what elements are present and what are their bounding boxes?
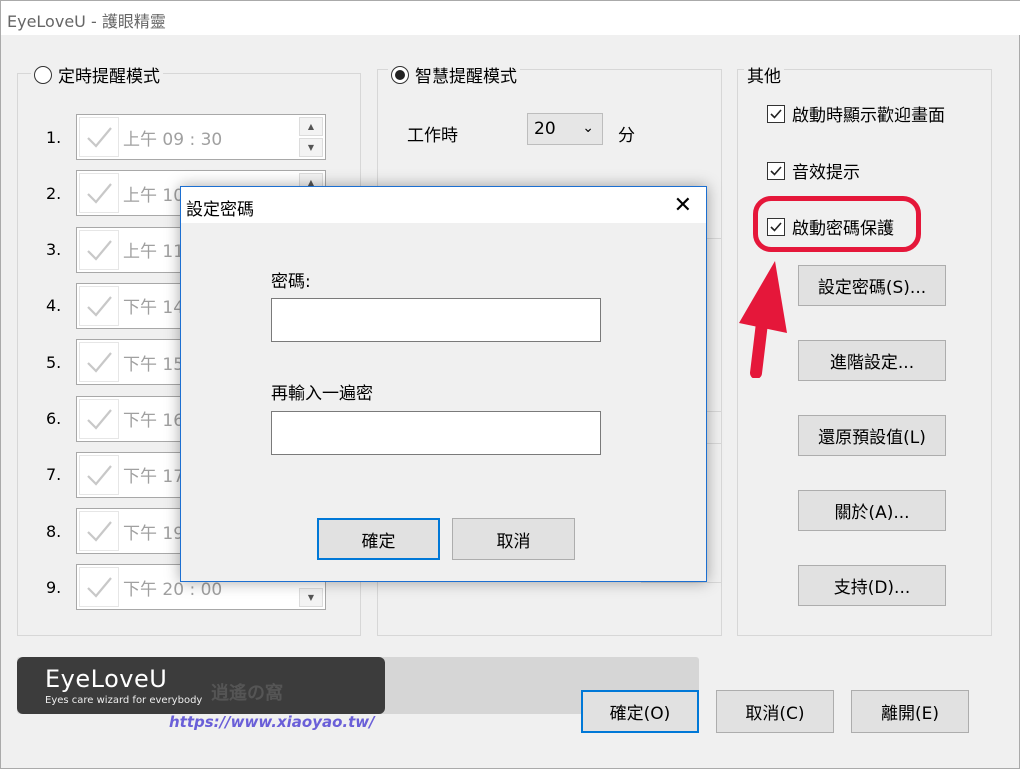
about-button[interactable]: 關於(A)... xyxy=(798,490,946,531)
support-button[interactable]: 支持(D)... xyxy=(798,565,946,606)
checkmark-icon[interactable] xyxy=(79,454,119,495)
watermark-url: https://www.xiaoyao.tw/ xyxy=(169,713,375,731)
confirm-password-input[interactable] xyxy=(271,411,601,455)
row-number: 9. xyxy=(46,577,62,597)
smart-mode-radio[interactable]: 智慧提醒模式 xyxy=(388,62,520,87)
spin-down-icon[interactable]: ▼ xyxy=(299,588,323,608)
row-number: 2. xyxy=(46,183,62,203)
window-title: EyeLoveU - 護眼精靈 xyxy=(7,12,166,31)
password-label: 密碼: xyxy=(271,272,311,292)
dialog-cancel-button[interactable]: 取消 xyxy=(452,518,575,560)
smart-mode-label: 智慧提醒模式 xyxy=(415,67,517,87)
row-number: 1. xyxy=(46,127,62,147)
cancel-button[interactable]: 取消(C) xyxy=(716,690,834,733)
close-icon[interactable]: ✕ xyxy=(674,193,692,218)
spin-up-icon[interactable]: ▲ xyxy=(299,117,323,136)
time-value: 上午 09 : 30 xyxy=(123,129,223,150)
main-window: EyeLoveU - 護眼精靈 定時提醒模式 1. 上午 09 : 30 ▲ ▼ 2. 上… xyxy=(0,0,1020,769)
dialog-title-bar: 設定密碼 ✕ xyxy=(181,187,706,223)
time-value: 下午 15 xyxy=(123,354,185,375)
chevron-down-icon: ⌄ xyxy=(582,120,594,136)
spin-buttons[interactable]: ▲▼ xyxy=(299,117,323,157)
row-number: 3. xyxy=(46,240,62,260)
set-password-button[interactable]: 設定密碼(S)... xyxy=(798,265,946,306)
time-value: 下午 16 xyxy=(123,411,185,431)
restore-defaults-button[interactable]: 還原預設值(L) xyxy=(798,415,946,456)
work-time-unit: 分 xyxy=(618,126,635,146)
checkmark-icon[interactable] xyxy=(79,117,119,157)
timer-row: 1. 上午 09 : 30 ▲ ▼ xyxy=(46,114,326,160)
checkbox-checked[interactable] xyxy=(767,161,785,180)
checkmark-icon[interactable] xyxy=(79,229,119,270)
spin-down-icon[interactable]: ▼ xyxy=(299,138,323,157)
timer-mode-radio[interactable]: 定時提醒模式 xyxy=(31,62,163,87)
option-welcome-screen[interactable]: 啟動時顯示歡迎畫面 xyxy=(767,101,945,126)
row-number: 5. xyxy=(46,352,62,372)
eyeloveu-logo: EyeLoveU Eyes care wizard for everybody xyxy=(17,657,385,714)
checkmark-icon[interactable] xyxy=(79,567,119,608)
highlight-annotation xyxy=(753,196,921,252)
red-arrow-annotation xyxy=(739,261,787,378)
option-label: 音效提示 xyxy=(792,163,860,183)
option-label: 啟動時顯示歡迎畫面 xyxy=(792,106,945,126)
other-label: 其他 xyxy=(744,62,784,87)
password-input[interactable] xyxy=(271,298,601,342)
checkmark-icon[interactable] xyxy=(79,173,119,214)
brand-tagline: Eyes care wizard for everybody xyxy=(45,695,203,706)
work-time-label: 工作時 xyxy=(407,126,458,146)
row-number: 8. xyxy=(46,521,62,541)
confirm-password-label: 再輸入一遍密 xyxy=(271,384,373,404)
ok-button[interactable]: 確定(O) xyxy=(581,690,699,733)
time-value: 上午 11 xyxy=(123,242,185,263)
dialog-ok-button[interactable]: 確定 xyxy=(317,518,440,560)
radio-selected[interactable] xyxy=(391,65,409,84)
work-time-value: 20 xyxy=(534,119,556,139)
time-value: 下午 14 xyxy=(123,298,185,319)
time-value: 下午 19 xyxy=(123,523,185,544)
checkmark-icon[interactable] xyxy=(79,398,119,439)
set-password-dialog: 設定密碼 ✕ 密碼: 再輸入一遍密 確定 取消 xyxy=(180,186,707,582)
radio-unselected[interactable] xyxy=(34,65,52,84)
advanced-settings-button[interactable]: 進階設定... xyxy=(798,340,946,381)
dialog-title: 設定密碼 xyxy=(186,200,254,220)
option-sound[interactable]: 音效提示 xyxy=(767,158,860,183)
watermark-name: 逍遙の窩 xyxy=(211,683,283,704)
work-time-select[interactable]: 20 ⌄ xyxy=(527,113,603,145)
checkmark-icon[interactable] xyxy=(79,342,119,383)
row-number: 4. xyxy=(46,296,62,316)
checkbox-checked[interactable] xyxy=(767,104,785,123)
exit-button[interactable]: 離開(E) xyxy=(851,690,969,733)
time-picker[interactable]: 上午 09 : 30 ▲ ▼ xyxy=(76,114,326,160)
row-number: 7. xyxy=(46,465,62,485)
checkmark-icon[interactable] xyxy=(79,511,119,552)
time-value: 上午 10 xyxy=(123,185,185,206)
checkmark-icon[interactable] xyxy=(79,285,119,326)
time-value: 下午 17 xyxy=(123,467,185,488)
title-bar: EyeLoveU - 護眼精靈 xyxy=(1,1,1020,35)
timer-mode-label: 定時提醒模式 xyxy=(58,67,160,87)
row-number: 6. xyxy=(46,409,62,428)
brand-text: EyeLoveU xyxy=(45,665,168,693)
